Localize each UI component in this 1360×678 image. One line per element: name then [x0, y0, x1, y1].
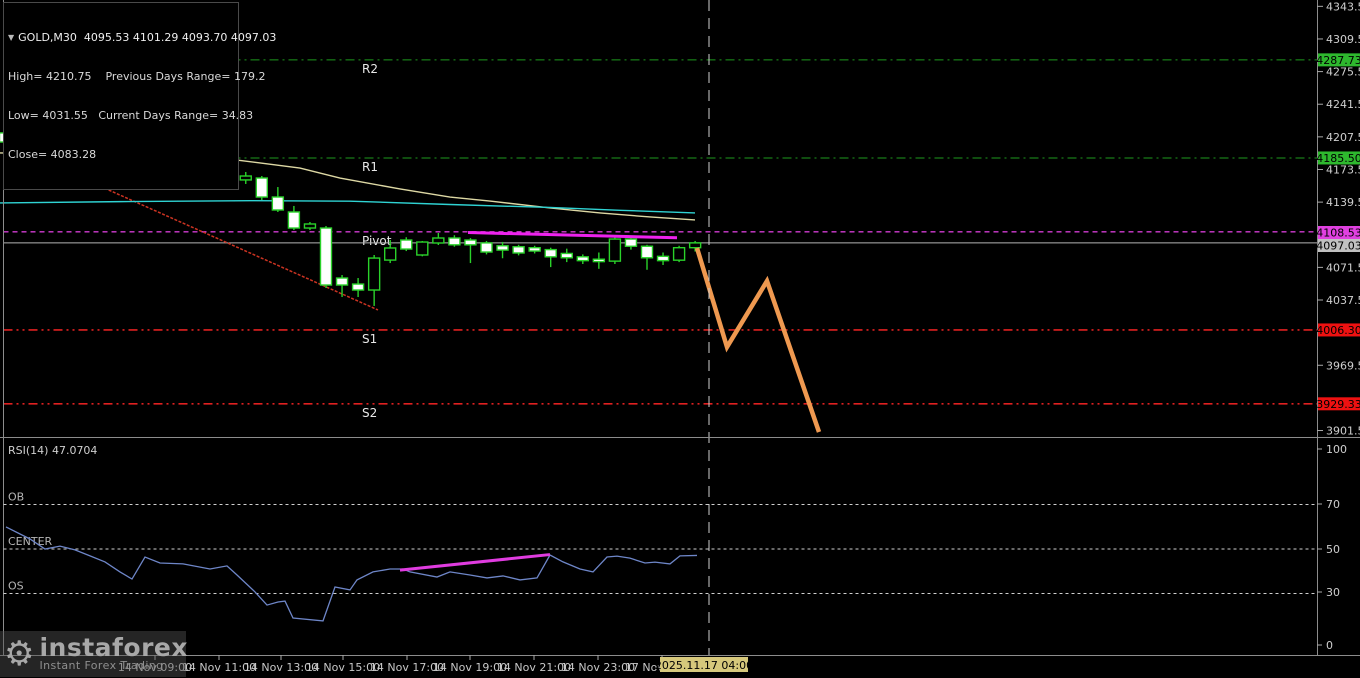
rsi-level-label-CENTER: CENTER — [8, 535, 53, 548]
rsi-tick-label: 30 — [1326, 586, 1340, 599]
price-badge-label: 4097.03 — [1316, 240, 1360, 253]
candlestick — [576, 256, 589, 262]
price-tick-label: 4071.50 — [1326, 261, 1360, 274]
price-tick-label: 4207.50 — [1326, 131, 1360, 144]
price-tick-label: 4241.50 — [1326, 98, 1360, 111]
level-label-R2: R2 — [362, 62, 378, 76]
candlestick — [384, 247, 397, 261]
price-badge-label: 4006.30 — [1316, 324, 1360, 337]
current-time-badge-label: 2025.11.17 04:00 — [655, 659, 753, 672]
magenta-trendline — [467, 231, 678, 240]
rsi-tick-label: 100 — [1326, 443, 1347, 456]
rsi-tick-label: 0 — [1326, 639, 1333, 652]
candlestick — [544, 248, 557, 258]
candlestick — [656, 255, 670, 262]
candlestick — [480, 242, 493, 253]
candlestick — [271, 196, 285, 211]
level-label-Pivot: Pivot — [362, 234, 392, 248]
rsi-tick-label: 70 — [1326, 498, 1340, 511]
candlestick — [448, 237, 461, 246]
price-tick-label: 4173.50 — [1326, 163, 1360, 176]
price-tick-label: 4139.50 — [1326, 196, 1360, 209]
instaforex-watermark: ⚙ instaforex Instant Forex Trading — [0, 631, 189, 677]
price-badge-label: 4185.50 — [1316, 152, 1360, 165]
candlestick — [335, 277, 349, 286]
info-high-range: High= 4210.75 Previous Days Range= 179.2 — [8, 70, 266, 83]
candlestick — [592, 258, 606, 263]
info-low-range: Low= 4031.55 Current Days Range= 34.83 — [8, 109, 254, 122]
price-badge-label: 4108.53 — [1316, 227, 1360, 240]
candlestick — [416, 241, 429, 256]
candlestick — [560, 252, 573, 259]
level-label-R1: R1 — [362, 160, 378, 174]
rsi-line — [5, 526, 698, 622]
candlestick — [287, 211, 301, 229]
price-badge-label: 4287.73 — [1316, 54, 1360, 67]
candlestick — [464, 239, 477, 246]
watermark-title: instaforex — [39, 633, 189, 662]
candlestick — [640, 245, 654, 259]
candlestick — [432, 237, 445, 244]
candlestick — [319, 227, 333, 286]
price-tick-label: 4309.50 — [1326, 33, 1360, 46]
candlestick — [239, 175, 252, 181]
price-tick-label: 4037.50 — [1326, 294, 1360, 307]
level-label-S2: S2 — [362, 406, 377, 420]
candlestick — [528, 246, 541, 252]
collapse-triangle-icon[interactable]: ▼ — [8, 31, 14, 44]
candlestick — [608, 238, 622, 262]
rsi-level-label-OB: OB — [8, 491, 24, 504]
rsi-level-label-OS: OS — [8, 580, 24, 593]
candlestick — [512, 246, 525, 254]
price-badge-label: 3929.33 — [1316, 398, 1360, 411]
candlestick — [367, 257, 381, 291]
candlestick — [303, 223, 317, 229]
price-tick-label: 4343.50 — [1326, 0, 1360, 13]
price-tick-label: 3969.50 — [1326, 359, 1360, 372]
watermark-tagline: Instant Forex Trading — [39, 659, 164, 672]
candlestick — [255, 177, 268, 198]
rsi-indicator-label: RSI(14) 47.0704 — [8, 444, 98, 457]
symbol-ohlc-text: GOLD,M30 4095.53 4101.29 4093.70 4097.03 — [18, 31, 277, 44]
watermark-text: instaforex Instant Forex Trading — [39, 633, 189, 672]
ohlc-info-box: ▼ GOLD,M30 4095.53 4101.29 4093.70 4097.0… — [3, 2, 276, 190]
rsi-tick-label: 50 — [1326, 543, 1340, 556]
rsi-magenta-trendline — [399, 553, 551, 572]
candlestick — [351, 283, 365, 291]
candlestick — [496, 245, 509, 251]
candlestick — [624, 238, 638, 247]
symbol-quote-line: ▼ GOLD,M30 4095.53 4101.29 4093.70 4097.0… — [8, 31, 276, 44]
price-tick-label: 3901.50 — [1326, 425, 1360, 438]
ma-fast-line — [0, 199, 696, 214]
trading-chart-window[interactable]: R2 R1 Pivot S1 S2 4343.50 4309.50 4275.50 4241.5… — [0, 0, 1360, 678]
price-tick-label: 4275.50 — [1326, 66, 1360, 79]
candlestick — [400, 239, 413, 250]
info-close: Close= 4083.28 — [8, 148, 97, 161]
level-label-S1: S1 — [362, 332, 377, 346]
instaforex-logo-icon: ⚙ — [4, 634, 35, 674]
candlestick — [688, 242, 702, 249]
candlestick — [672, 246, 686, 261]
